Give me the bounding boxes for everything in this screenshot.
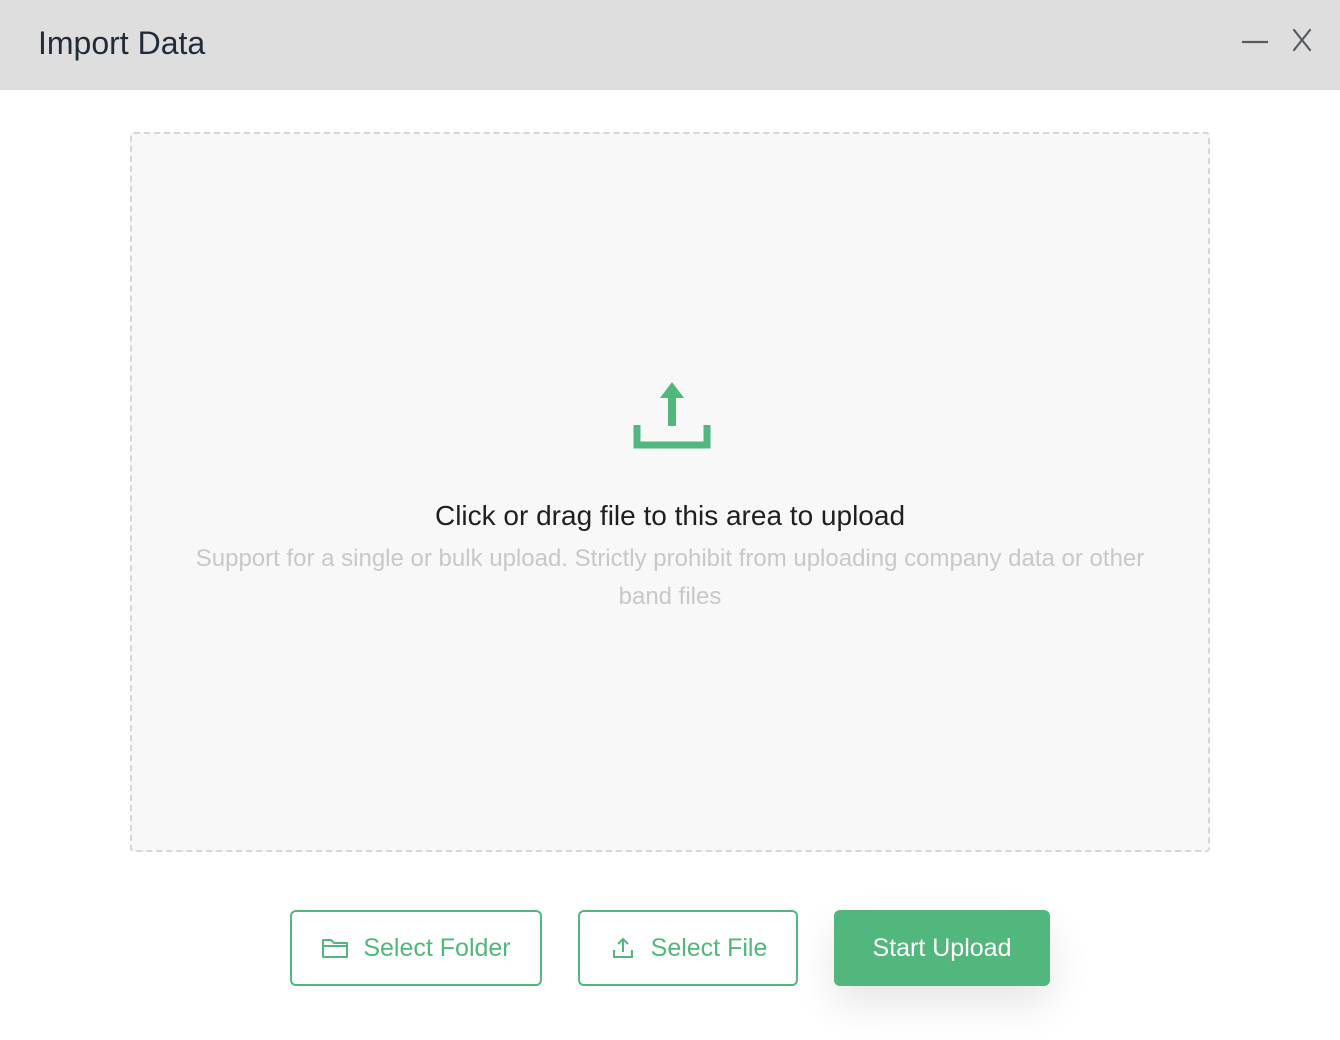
select-file-label: Select File (650, 933, 768, 962)
import-data-dialog: Import Data Click or drag file to this a… (0, 0, 1340, 1040)
select-folder-button[interactable]: Select Folder (290, 910, 542, 986)
select-file-button[interactable]: Select File (578, 910, 798, 986)
upload-icon (609, 934, 637, 962)
upload-dropzone[interactable]: Click or drag file to this area to uploa… (130, 132, 1210, 852)
start-upload-label: Start Upload (872, 933, 1012, 962)
start-upload-button[interactable]: Start Upload (834, 910, 1050, 986)
folder-icon (321, 934, 349, 962)
close-icon (1292, 28, 1312, 52)
dropzone-title: Click or drag file to this area to uploa… (434, 500, 906, 531)
select-folder-label: Select Folder (363, 933, 511, 962)
minimize-icon (1241, 40, 1269, 44)
dropzone-hint: Support for a single or bulk upload. Str… (195, 545, 1145, 610)
minimize-button[interactable] (1237, 20, 1273, 56)
title-bar: Import Data (0, 0, 1340, 90)
dialog-title: Import Data (38, 25, 206, 61)
upload-icon (633, 382, 711, 449)
close-button[interactable] (1284, 20, 1320, 56)
